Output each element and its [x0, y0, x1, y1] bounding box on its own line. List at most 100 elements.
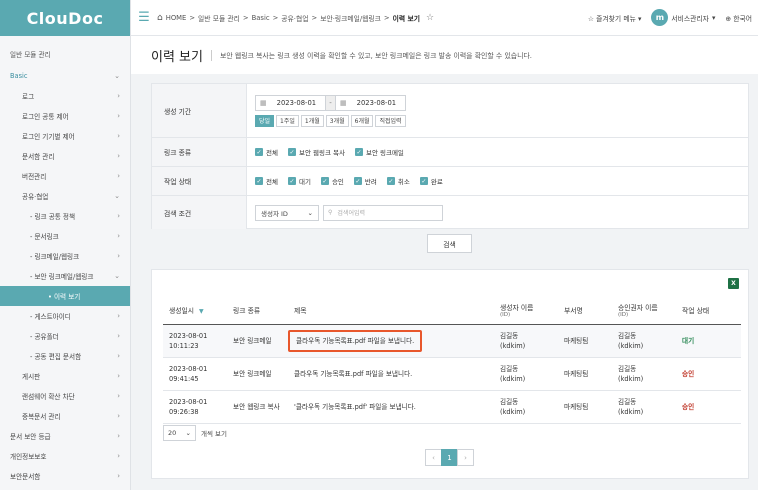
breadcrumb-item[interactable]: 보안·링크메일/웹링크 — [320, 13, 381, 23]
top-bar: ☰ ⌂ HOME > 일반 모듈 관리 > Basic > 공유·협업 > 보안·링크메… — [131, 0, 758, 36]
checkbox-label: 대기 — [298, 178, 311, 186]
user-menu[interactable]: m 서비스관리자 ▾ — [651, 9, 715, 26]
checkbox-item[interactable]: ✓ 반려 — [353, 176, 377, 186]
sidebar-item[interactable]: - 공동 편집 문서함 › — [0, 346, 130, 366]
title-link[interactable]: 클라우독 기능목록표.pdf 파일을 보냅니다. — [288, 329, 423, 352]
sidebar-item[interactable]: 랜섬웨어 확산 차단 › — [0, 386, 130, 406]
sidebar-item[interactable]: 로그 › — [0, 86, 130, 106]
column-header[interactable]: 생성일시 ▼ — [163, 296, 227, 325]
sidebar-item[interactable]: 중복문서 관리 › — [0, 406, 130, 426]
quick-range-button[interactable]: 1주일 — [276, 114, 299, 127]
sidebar-item[interactable]: 일반 모듈 관리 — [0, 44, 130, 64]
sidebar-item[interactable]: 게시판 › — [0, 366, 130, 386]
breadcrumb-item[interactable]: 공유·협업 — [281, 13, 308, 23]
status-cell: 승인 — [676, 390, 741, 424]
column-header[interactable]: 승인권자 이름 (ID) — [612, 296, 676, 325]
sidebar-item[interactable]: 공유·협업 ⌄ — [0, 186, 130, 206]
check-icon: ✓ — [287, 148, 296, 156]
condition-select[interactable]: 생성자 ID ⌄ — [255, 204, 319, 221]
sidebar-item[interactable]: 개인정보보호 › — [0, 446, 130, 466]
quick-range-button[interactable]: 3개월 — [325, 114, 349, 127]
star-icon[interactable]: ☆ — [426, 13, 434, 23]
checkbox-item[interactable]: ✓ 완료 — [419, 176, 443, 186]
sort-desc-icon[interactable]: ▼ — [199, 308, 204, 315]
checkbox-item[interactable]: ✓ 전체 — [255, 176, 278, 186]
checkbox-item[interactable]: ✓ 대기 — [287, 176, 311, 186]
sidebar-item[interactable]: - 링크메일/웹링크 › — [0, 246, 130, 266]
sidebar-item-label: 문서 보안 등급 — [10, 433, 51, 441]
breadcrumb-item[interactable]: Basic — [252, 14, 270, 22]
logo[interactable]: ClouDoc — [0, 0, 130, 36]
approver-id: (kdkim) — [618, 407, 644, 416]
column-header[interactable]: 제목 — [288, 296, 494, 325]
next-page-button[interactable]: › — [457, 449, 474, 466]
sidebar-item[interactable]: 문서함 관리 › — [0, 146, 130, 166]
search-button[interactable]: 검색 — [427, 234, 472, 253]
sidebar-item[interactable]: 보안문서함 › — [0, 466, 130, 486]
excel-export-icon[interactable]: X — [728, 278, 739, 289]
sidebar-item[interactable]: 로그인 공통 제어 › — [0, 106, 130, 126]
checkbox-item[interactable]: ✓ 보안 웹링크 복사 — [287, 147, 345, 157]
column-header[interactable]: 부서명 — [558, 296, 612, 325]
breadcrumb-item[interactable]: 일반 모듈 관리 — [198, 13, 240, 23]
search-input[interactable]: ⚲ 검색어입력 — [323, 204, 443, 221]
dept-cell: 마케팅팀 — [558, 357, 612, 391]
quick-range-button[interactable]: 1개월 — [300, 114, 324, 127]
sidebar-item[interactable]: Basic ⌄ — [0, 66, 130, 86]
column-header-label: 생성자 이름 — [500, 303, 534, 312]
chevron-right-icon: › — [117, 132, 120, 140]
column-header[interactable]: 작업 상태 — [676, 296, 741, 325]
page-size-select[interactable]: 20 ⌄ — [163, 425, 196, 441]
date-from-input[interactable]: ▦ 2023-08-01 — [255, 94, 326, 111]
checkbox-item[interactable]: ✓ 전체 — [255, 147, 278, 157]
sidebar-item[interactable]: - 보안 링크메일/웹링크 ⌄ — [0, 266, 130, 286]
sidebar-item-label: 보안문서함 — [10, 473, 41, 481]
created-date: 2023-08-01 — [169, 397, 208, 406]
sidebar-item[interactable]: - 문서링크 › — [0, 226, 130, 246]
checkbox-item[interactable]: ✓ 승인 — [320, 176, 344, 186]
checkbox-label: 전체 — [266, 149, 278, 157]
chevron-right-icon: › — [117, 112, 120, 120]
page-title: 이력 보기 — [151, 49, 203, 65]
column-header-label: 링크 종류 — [233, 306, 261, 315]
filter-label: 작업 상태 — [152, 167, 247, 195]
sidebar-item[interactable]: - 링크 공통 정책 › — [0, 206, 130, 226]
filter-row-linktype: 링크 종류 ✓ 전체 ✓ 보안 웹링크 복사 ✓ 보안 링크메일 — [152, 138, 748, 167]
sidebar-item-label: 일반 모듈 관리 — [10, 51, 51, 59]
quick-range-button[interactable]: 6개월 — [350, 114, 374, 127]
column-header[interactable]: 링크 종류 — [227, 296, 288, 325]
sidebar-item[interactable]: - 공유폴더 › — [0, 326, 130, 346]
sidebar-item[interactable]: - 게스트아이디 › — [0, 306, 130, 326]
column-header[interactable]: 생성자 이름 (ID) — [494, 296, 558, 325]
title-link[interactable]: '클라우독 기능목록표.pdf' 파일을 보냅니다. — [294, 402, 416, 412]
language-menu[interactable]: ⊕ 한국어 — [725, 13, 752, 23]
sidebar-item[interactable]: 버전관리 › — [0, 166, 130, 186]
app-window: ClouDoc 일반 모듈 관리 Basic ⌄ 로그 › 로그인 공통 제어 › 로그인 기… — [0, 0, 758, 490]
sidebar-item[interactable]: 문서 보안 등급 › — [0, 426, 130, 446]
table-row[interactable]: 2023-08-01 09:41:45 보안 링크메일 클라우독 기능목록표.pdf … — [163, 357, 741, 391]
breadcrumb: ⌂ HOME > 일반 모듈 관리 > Basic > 공유·협업 > 보안·링크메일/… — [157, 12, 435, 23]
check-icon: ✓ — [419, 177, 428, 185]
home-icon[interactable]: ⌂ — [157, 13, 163, 23]
date-to-input[interactable]: ▦ 2023-08-01 — [335, 94, 406, 111]
checkbox-item[interactable]: ✓ 취소 — [386, 176, 410, 186]
title-link[interactable]: 클라우독 기능목록표.pdf 파일을 보냅니다. — [294, 369, 412, 379]
sidebar-item[interactable]: • 이력 보기 — [0, 286, 130, 306]
favorites-menu[interactable]: ☆ 즐겨찾기 메뉴 ▾ — [588, 13, 642, 23]
prev-page-button[interactable]: ‹ — [425, 449, 442, 466]
menu-toggle-icon[interactable]: ☰ — [131, 0, 157, 36]
quick-range-button[interactable]: 직접입력 — [375, 114, 406, 127]
top-right-menu: ☆ 즐겨찾기 메뉴 ▾ m 서비스관리자 ▾ ⊕ 한국어 — [588, 9, 758, 26]
chevron-right-icon: › — [117, 332, 120, 340]
sidebar-item-label: - 문서링크 — [30, 233, 59, 241]
table-row[interactable]: 2023-08-01 09:26:38 보안 웹링크 복사 '클라우독 기능목록표.p… — [163, 390, 741, 424]
quick-range-button[interactable]: 당일 — [255, 114, 275, 127]
checkbox-item[interactable]: ✓ 보안 링크메일 — [354, 147, 404, 157]
chevron-right-icon: › — [117, 252, 120, 260]
page-number[interactable]: 1 — [441, 449, 458, 466]
breadcrumb-item[interactable]: HOME — [166, 14, 187, 22]
star-icon: ☆ — [587, 14, 594, 23]
sidebar-item[interactable]: 로그인 기기별 제어 › — [0, 126, 130, 146]
table-row[interactable]: 2023-08-01 10:11:23 보안 링크메일 클라우독 기능목록표.pdf … — [163, 324, 741, 358]
sidebar-item-label: - 링크메일/웹링크 — [30, 253, 80, 261]
